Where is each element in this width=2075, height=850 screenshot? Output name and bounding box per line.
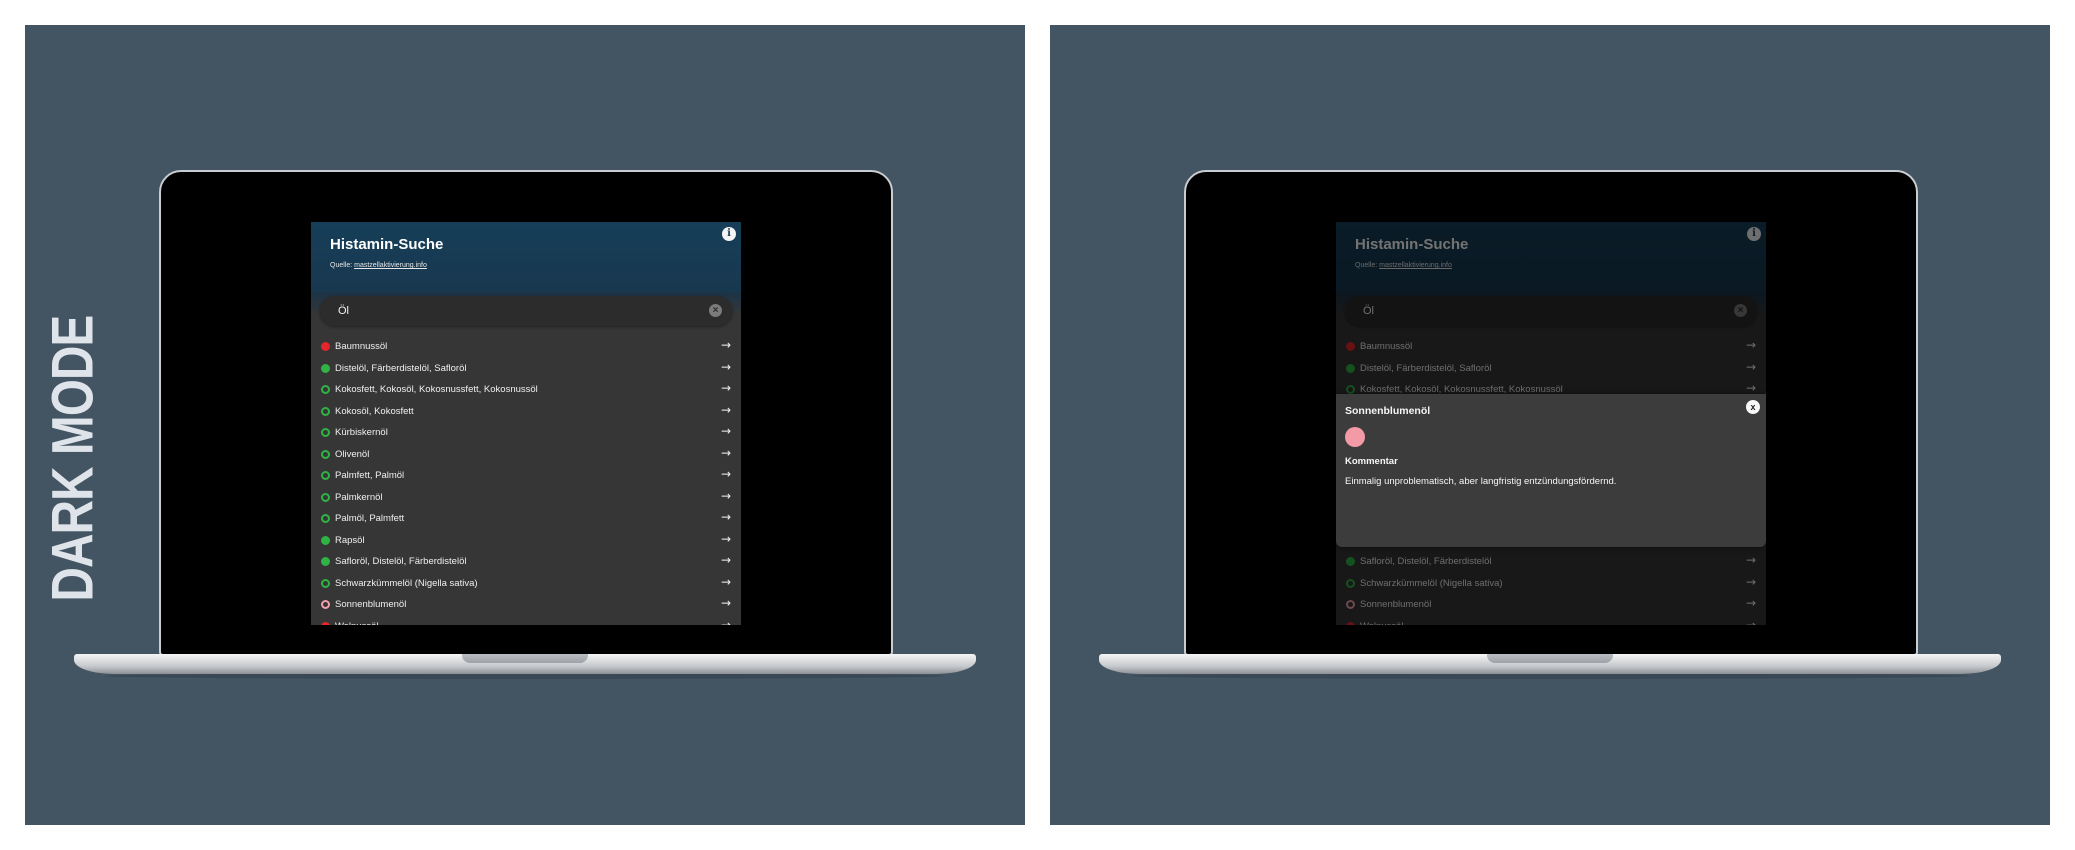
detail-modal: Sonnenblumenöl x Kommentar Einmalig unpr…: [1336, 394, 1766, 547]
list-item[interactable]: Rapsöl →: [311, 531, 741, 553]
app-window: Histamin-Suche Quelle: mastzellaktivieru…: [1336, 222, 1766, 625]
source-line: Quelle: mastzellaktivierung.info: [330, 262, 721, 269]
clear-x-icon[interactable]: ×: [709, 304, 722, 317]
item-label: Safloröl, Distelöl, Färberdistelöl: [335, 556, 467, 567]
modal-comment: Einmalig unproblematisch, aber langfrist…: [1345, 476, 1617, 487]
status-dot: [321, 492, 330, 502]
left-panel: DARK MODE Histamin-Suche Quelle: mastzel…: [25, 25, 1025, 825]
item-label: Rapsöl: [335, 534, 365, 546]
status-dot: [321, 557, 330, 566]
list-item[interactable]: Palmöl, Palmfett →: [311, 509, 741, 531]
status-dot: [321, 514, 330, 523]
status-dot: [321, 471, 330, 480]
item-label: Palmkernöl: [335, 491, 383, 503]
side-label: DARK MODE: [40, 315, 106, 602]
arrow-right-icon[interactable]: →: [721, 553, 731, 567]
item-label: Walnussöl: [335, 621, 378, 626]
list-item[interactable]: Kokosfett, Kokosöl, Kokosnussfett, Kokos…: [311, 380, 741, 402]
item-label: Kokosfett, Kokosöl, Kokosnussfett, Kokos…: [335, 384, 538, 395]
arrow-right-icon[interactable]: →: [721, 489, 731, 503]
arrow-right-icon[interactable]: →: [721, 618, 731, 626]
arrow-right-icon[interactable]: →: [721, 403, 731, 417]
list-item[interactable]: Walnussöl →: [311, 617, 741, 626]
status-dot: [321, 621, 330, 625]
info-icon[interactable]: i: [722, 227, 736, 241]
right-panel: Histamin-Suche Quelle: mastzellaktivieru…: [1050, 25, 2050, 825]
arrow-right-icon[interactable]: →: [721, 510, 731, 524]
app-title: Histamin-Suche: [330, 236, 444, 253]
app-header: Histamin-Suche Quelle: mastzellaktivieru…: [311, 222, 741, 292]
item-label: Kürbiskernöl: [335, 427, 388, 438]
item-label: Palmöl, Palmfett: [335, 513, 405, 524]
arrow-right-icon[interactable]: →: [721, 338, 731, 352]
status-dot: [321, 342, 330, 351]
list-item[interactable]: Kürbiskernöl →: [311, 423, 741, 445]
status-dot: [321, 449, 330, 459]
item-label: Olivenöl: [335, 448, 370, 460]
list-item[interactable]: Olivenöl →: [311, 445, 741, 467]
item-label: Baumnussöl: [335, 341, 388, 352]
status-dot: [321, 385, 330, 394]
arrow-right-icon[interactable]: →: [721, 596, 731, 610]
list-item[interactable]: Baumnussöl →: [311, 337, 741, 359]
list-item[interactable]: Kokosöl, Kokosfett →: [311, 402, 741, 424]
item-label: Palmfett, Palmöl: [335, 470, 405, 481]
status-dot: [321, 600, 330, 609]
status-dot: [1345, 427, 1365, 447]
source-prefix: Quelle:: [330, 262, 355, 269]
list-item[interactable]: Palmkernöl →: [311, 488, 741, 510]
arrow-right-icon[interactable]: →: [721, 381, 731, 395]
item-label: Sonnenblumenöl: [335, 599, 407, 610]
list-item[interactable]: Schwarzkümmelöl (Nigella sativa) →: [311, 574, 741, 596]
arrow-right-icon[interactable]: →: [721, 532, 731, 546]
list-item[interactable]: Sonnenblumenöl →: [311, 595, 741, 617]
item-label: Distelöl, Färberdistelöl, Safloröl: [335, 362, 467, 374]
arrow-right-icon[interactable]: →: [721, 575, 731, 589]
modal-title: Sonnenblumenöl: [1345, 405, 1431, 417]
arrow-right-icon[interactable]: →: [721, 446, 731, 460]
arrow-right-icon[interactable]: →: [721, 424, 731, 438]
search-area: Öl ×: [311, 292, 741, 332]
arrow-right-icon[interactable]: →: [721, 360, 731, 374]
status-dot: [321, 406, 330, 416]
search-input[interactable]: Öl ×: [320, 296, 732, 326]
status-dot: [321, 428, 330, 437]
list-item[interactable]: Safloröl, Distelöl, Färberdistelöl →: [311, 552, 741, 574]
source-link[interactable]: mastzellaktivierung.info: [354, 262, 427, 269]
arrow-right-icon[interactable]: →: [721, 467, 731, 481]
status-dot: [321, 363, 330, 373]
result-list: Baumnussöl→Distelöl, Färberdistelöl, Saf…: [311, 337, 741, 625]
status-dot: [321, 535, 330, 545]
modal-subhead: Kommentar: [1345, 456, 1398, 467]
list-item[interactable]: Palmfett, Palmöl →: [311, 466, 741, 488]
item-label: Kokosöl, Kokosfett: [335, 405, 414, 417]
status-dot: [321, 578, 330, 588]
search-value[interactable]: Öl: [338, 305, 349, 317]
app-window: Histamin-Suche Quelle: mastzellaktivieru…: [311, 222, 741, 625]
list-item[interactable]: Distelöl, Färberdistelöl, Safloröl →: [311, 359, 741, 381]
close-icon[interactable]: x: [1746, 400, 1760, 414]
item-label: Schwarzkümmelöl (Nigella sativa): [335, 577, 478, 589]
laptop-notch: [462, 654, 588, 663]
laptop-notch: [1487, 654, 1613, 663]
